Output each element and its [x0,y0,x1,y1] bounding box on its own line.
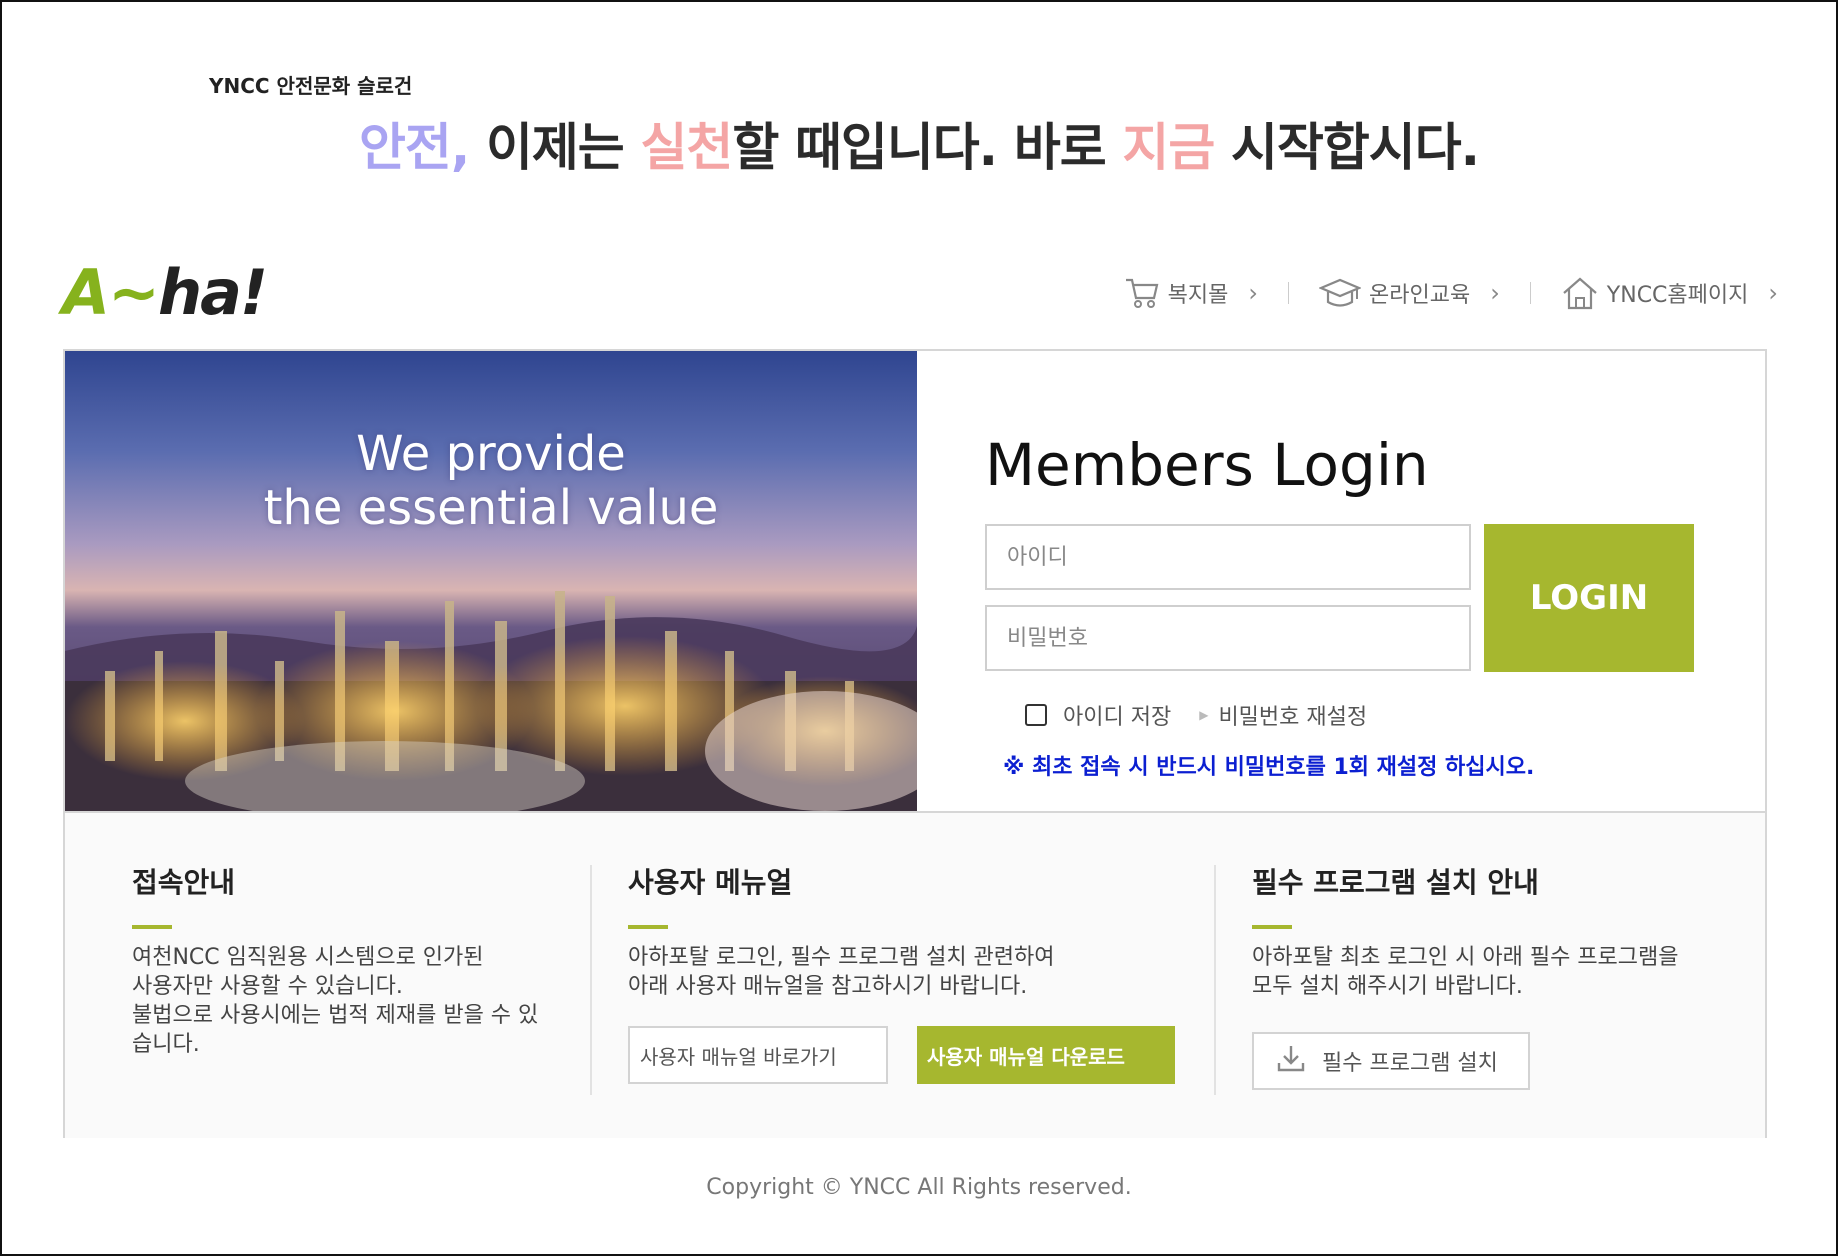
logo-rest: ha! [157,256,268,329]
reset-password-label: 비밀번호 재설정 [1218,705,1368,730]
title-underline [132,925,172,929]
username-input[interactable] [985,524,1471,590]
logo-letter-a: A [62,256,110,329]
hero-image: We provide the essential value [65,351,917,811]
title-underline [628,925,668,929]
login-title: Members Login [985,431,1429,499]
user-manual-desc: 아하포탈 로그인, 필수 프로그램 설치 관련하여 아래 사용자 매뉴얼을 참고… [628,945,1055,999]
save-id-checkbox[interactable] [1025,704,1047,726]
column-divider [590,865,592,1095]
slogan-part-practice: 실천 [640,119,733,178]
reset-password-link[interactable]: ▶ 비밀번호 재설정 [1199,699,1367,731]
nav-divider [1287,282,1289,304]
login-panel: We provide the essential value Members L… [63,349,1767,1138]
slogan-part-now: 지금 [1122,119,1215,178]
chevron-right-icon: › [1768,279,1778,307]
nav-divider [1529,282,1531,304]
title-underline [1252,925,1292,929]
copyright: Copyright © YNCC All Rights reserved. [706,1175,1132,1200]
slogan-headline: 안전, 이제는 실천할 때입니다. 바로 지금 시작합시다. [2,106,1836,180]
slogan-part: 할 때입니다. 바로 [732,119,1123,178]
slogan-caption: YNCC 안전문화 슬로건 [209,74,413,98]
required-programs-title: 필수 프로그램 설치 안내 [1252,866,1539,899]
manual-download-button[interactable]: 사용자 매뉴얼 다운로드 [917,1026,1175,1084]
password-reset-notice: ※ 최초 접속 시 반드시 비밀번호를 1회 재설정 하십시오. [1003,755,1535,780]
required-programs-desc: 아하포탈 최초 로그인 시 아래 필수 프로그램을 모두 설치 해주시기 바랍니… [1252,945,1679,999]
user-manual-title: 사용자 메뉴얼 [628,866,793,899]
user-manual-info: 사용자 메뉴얼 아하포탈 로그인, 필수 프로그램 설치 관련하여 아래 사용자… [628,813,1188,1138]
login-options: 아이디 저장 ▶ 비밀번호 재설정 [1025,699,1367,731]
hero-tagline: We provide the essential value [65,427,917,535]
access-info-desc: 여천NCC 임직원용 시스템으로 인가된 사용자만 사용할 수 있습니다. 불법… [132,945,539,1057]
slogan-part: 이제는 [469,119,641,178]
install-programs-label: 필수 프로그램 설치 [1322,1051,1498,1076]
nav-label: 온라인교육 [1368,283,1471,308]
hero-line-1: We provide [356,426,626,482]
home-icon [1561,276,1599,310]
graduation-cap-icon [1318,277,1361,309]
nav-welfare-mall[interactable]: 복지몰 › [1124,276,1258,310]
column-divider [1214,865,1216,1095]
hero-line-2: the essential value [263,480,719,536]
save-id-label[interactable]: 아이디 저장 [1063,699,1171,731]
info-section: 접속안내 여천NCC 임직원용 시스템으로 인가된 사용자만 사용할 수 있습니… [65,811,1765,1138]
slogan-part-safety: 안전, [358,119,470,178]
nav-label: 복지몰 [1167,283,1229,308]
password-input[interactable] [985,605,1471,671]
nav-yncc-homepage[interactable]: YNCC홈페이지 › [1561,276,1778,310]
nav-online-education[interactable]: 온라인교육 › [1318,277,1500,309]
refinery-illustration [65,591,917,811]
aha-logo[interactable]: A~ha! [62,256,268,329]
chevron-right-icon: › [1248,279,1258,307]
logo-tilde: ~ [107,256,160,329]
access-info: 접속안내 여천NCC 임직원용 시스템으로 인가된 사용자만 사용할 수 있습니… [132,813,552,1138]
nav-label: YNCC홈페이지 [1606,283,1749,308]
install-programs-button[interactable]: 필수 프로그램 설치 [1252,1032,1530,1090]
cart-icon [1124,276,1160,310]
slogan-part: 시작합시다. [1214,119,1480,178]
top-nav: 복지몰 › 온라인교육 › YNCC홈페이지 › [1124,276,1778,310]
triangle-right-icon: ▶ [1199,708,1209,722]
chevron-right-icon: › [1490,279,1500,307]
download-icon [1276,1043,1306,1079]
access-info-title: 접속안내 [132,866,236,899]
login-button[interactable]: LOGIN [1484,524,1694,672]
manual-shortcut-button[interactable]: 사용자 매뉴얼 바로가기 [628,1026,888,1084]
